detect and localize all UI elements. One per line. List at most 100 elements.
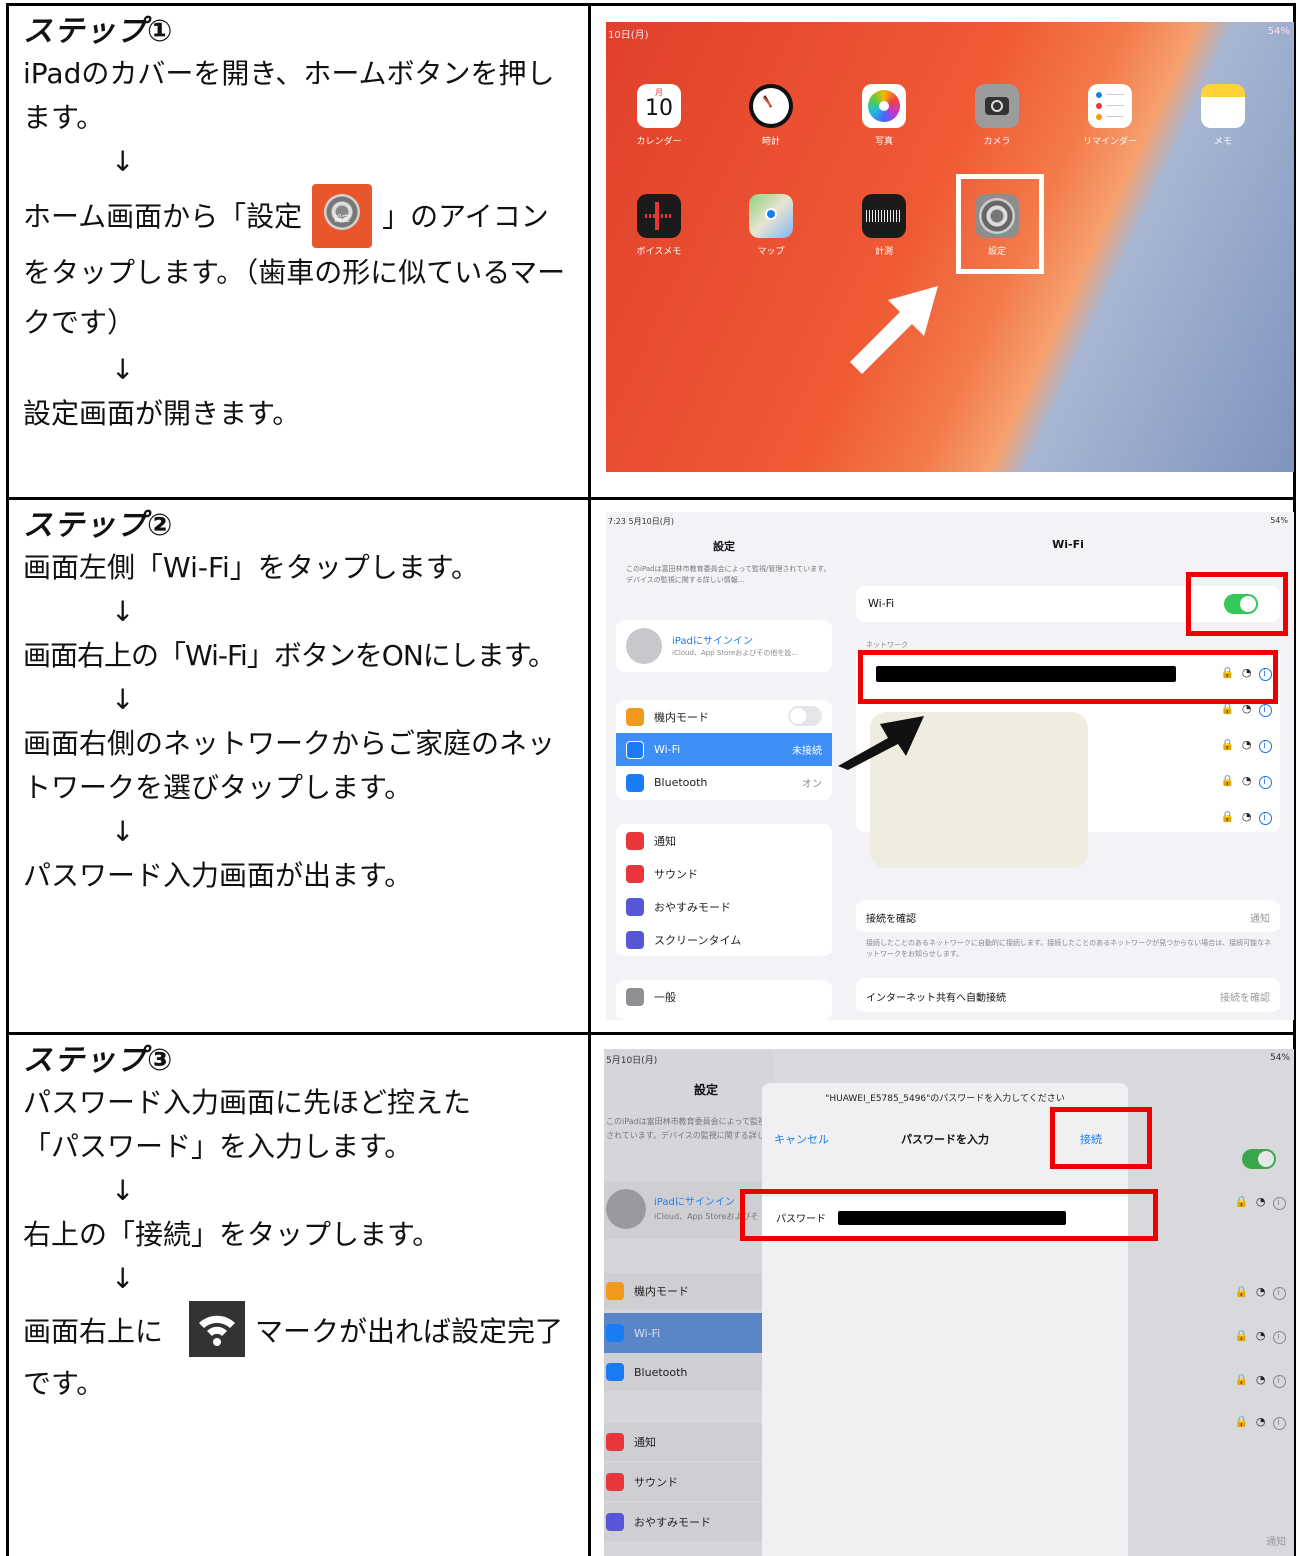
sidebar-item-notifications[interactable]: 通知 [616,824,832,857]
down-arrow: ↓ [111,353,135,386]
step-2-screenshot-cell: 7:23 5月10日(月) 設定 このiPadは富田林市教育委員会によって監視/… [594,500,1294,1032]
app-voice-memos[interactable]: ボイスメモ [624,194,694,257]
settings-highlight-box [956,174,1044,274]
clock-icon [749,84,793,128]
info-icon: i [1259,812,1272,825]
pointer-arrow-icon [838,716,924,770]
down-arrow: ↓ [111,145,135,178]
networks-header: ネットワーク [866,641,908,649]
sidebar-item-wifi[interactable]: Wi-Fi [604,1313,774,1353]
voice-memo-icon [637,194,681,238]
sidebar-item-dnd[interactable]: おやすみモード [604,1503,774,1541]
notes-icon [1201,84,1245,128]
step-line: 設定画面が開きます。 [23,397,301,430]
airplane-toggle [788,706,822,726]
sound-icon [626,864,644,883]
step-line: 画面右側のネットワークからご家庭のネットワークを選びタップします。 [23,727,556,804]
sidebar-item-sounds[interactable]: サウンド [604,1463,774,1501]
step-row-3: ステップ③ パスワード入力画面に先ほど控えた「パスワード」を入力します。 ↓ 右… [9,1032,1294,1556]
sidebar-item-general[interactable]: 一般 [616,980,832,1013]
camera-icon [975,84,1019,128]
battery-level: 54% [1269,1053,1290,1063]
down-arrow: ↓ [111,1262,135,1295]
gear-icon [626,987,644,1006]
step-2-text: ステップ② 画面左側「Wi-Fi」をタップします。 ↓ 画面右上の「Wi-Fi」… [9,500,591,1032]
wifi-toggle[interactable] [1242,1149,1276,1169]
app-measure[interactable]: 計測 [849,194,919,257]
step-title: ステップ② [23,508,174,543]
step-3-text: ステップ③ パスワード入力画面に先ほど控えた「パスワード」を入力します。 ↓ 右… [9,1035,591,1556]
hotspot-row[interactable]: インターネット共有へ自動接続 接続を確認 [856,978,1280,1012]
down-arrow: ↓ [111,595,135,628]
notification-icon [606,1433,624,1451]
password-entry-screen: 5月10日(月) 設定 このiPadは富田林市教育委員会によって監視されています… [604,1049,1294,1556]
ask-join-row[interactable]: 接続を確認 通知 [856,900,1280,932]
settings-gear-icon: 設定 [312,184,373,248]
step-line: 画面左側「Wi-Fi」をタップします。 [23,551,480,584]
sound-icon [606,1473,624,1491]
step-1-text: ステップ① iPadのカバーを開き、ホームボタンを押します。 ↓ ホーム画面から… [9,6,591,497]
status-date: 10日(月) [608,30,649,41]
notification-link: 通知 [1266,1537,1286,1548]
avatar [626,628,662,664]
sidebar-item-wifi[interactable]: Wi-Fi 未接続 [616,733,832,766]
info-icon: i [1259,740,1272,753]
wifi-icon [606,1324,624,1342]
dialog-prompt: "HUAWEI_E5785_5496"のパスワードを入力してください [825,1094,1065,1104]
info-icon: i [1259,776,1272,789]
wifi-page-title: Wi-Fi [1052,538,1084,551]
password-highlight [740,1189,1158,1241]
step-1-screenshot-cell: 10日(月) 54% 月 10 カレンダー 時計 写真 カメラ リマインダー メ… [594,6,1294,497]
wifi-icon [626,740,644,759]
settings-title: 設定 [713,540,735,553]
connect-highlight [1050,1107,1152,1169]
hourglass-icon [626,930,644,949]
step-line: 画面右上に マークが出れば設定完了です。 [23,1301,576,1410]
step-row-2: ステップ② 画面左側「Wi-Fi」をタップします。 ↓ 画面右上の「Wi-Fi」… [9,497,1294,1032]
sidebar-item-airplane[interactable]: 機内モード [604,1273,774,1309]
app-maps[interactable]: マップ [736,194,806,257]
app-photos[interactable]: 写真 [849,84,919,147]
app-notes[interactable]: メモ [1188,84,1258,147]
airplane-icon [606,1282,624,1300]
battery-level: 54% [1270,516,1288,525]
wifi-icon [189,1301,246,1357]
down-arrow: ↓ [111,815,135,848]
wifi-settings-screen: 7:23 5月10日(月) 設定 このiPadは富田林市教育委員会によって監視/… [606,512,1294,1020]
moon-icon [626,897,644,916]
pointer-arrow-icon [850,286,938,374]
down-arrow: ↓ [111,683,135,716]
calendar-icon: 月 10 [637,84,681,128]
instruction-table: ステップ① iPadのカバーを開き、ホームボタンを押します。 ↓ ホーム画面から… [6,3,1296,1556]
photos-icon [862,84,906,128]
status-time: 7:23 5月10日(月) [608,517,675,526]
sidebar-item-bluetooth[interactable]: Bluetooth オン [616,766,832,799]
sidebar-item-bluetooth[interactable]: Bluetooth [604,1353,774,1391]
sidebar-item-notifications[interactable]: 通知 [604,1423,774,1461]
step-title: ステップ③ [23,1043,174,1078]
maps-icon [749,194,793,238]
avatar [606,1189,646,1229]
airplane-icon [626,707,644,726]
settings-title: 設定 [694,1083,719,1097]
step-line: パスワード入力画面が出ます。 [23,859,413,892]
status-date: 5月10日(月) [606,1056,658,1066]
step-3-screenshot-cell: 5月10日(月) 設定 このiPadは富田林市教育委員会によって監視されています… [594,1035,1294,1556]
supervision-notice: このiPadは富田林市教育委員会によって監視されています。デバイスの監視に関する… [606,1117,773,1140]
signin-card[interactable]: iPadにサインイン iCloud、App Storeおよびその他を設... [616,620,832,672]
moon-icon [606,1513,624,1531]
sidebar-item-screentime[interactable]: スクリーンタイム [616,923,832,956]
sidebar-item-airplane[interactable]: 機内モード [616,700,832,733]
step-title: ステップ① [23,14,174,49]
ipad-home-screen: 10日(月) 54% 月 10 カレンダー 時計 写真 カメラ リマインダー メ… [606,22,1294,472]
sidebar-item-sounds[interactable]: サウンド [616,857,832,890]
notification-icon [626,831,644,850]
step-line: iPadのカバーを開き、ホームボタンを押します。 [23,57,555,134]
app-calendar[interactable]: 月 10 カレンダー [624,84,694,147]
app-reminders[interactable]: リマインダー [1075,84,1145,147]
supervision-notice: このiPadは富田林市教育委員会によって監視/管理されています。デバイスの監視に… [626,565,831,584]
app-camera[interactable]: カメラ [962,84,1032,147]
app-clock[interactable]: 時計 [736,84,806,147]
sidebar-item-dnd[interactable]: おやすみモード [616,890,832,923]
step-row-1: ステップ① iPadのカバーを開き、ホームボタンを押します。 ↓ ホーム画面から… [9,6,1294,497]
